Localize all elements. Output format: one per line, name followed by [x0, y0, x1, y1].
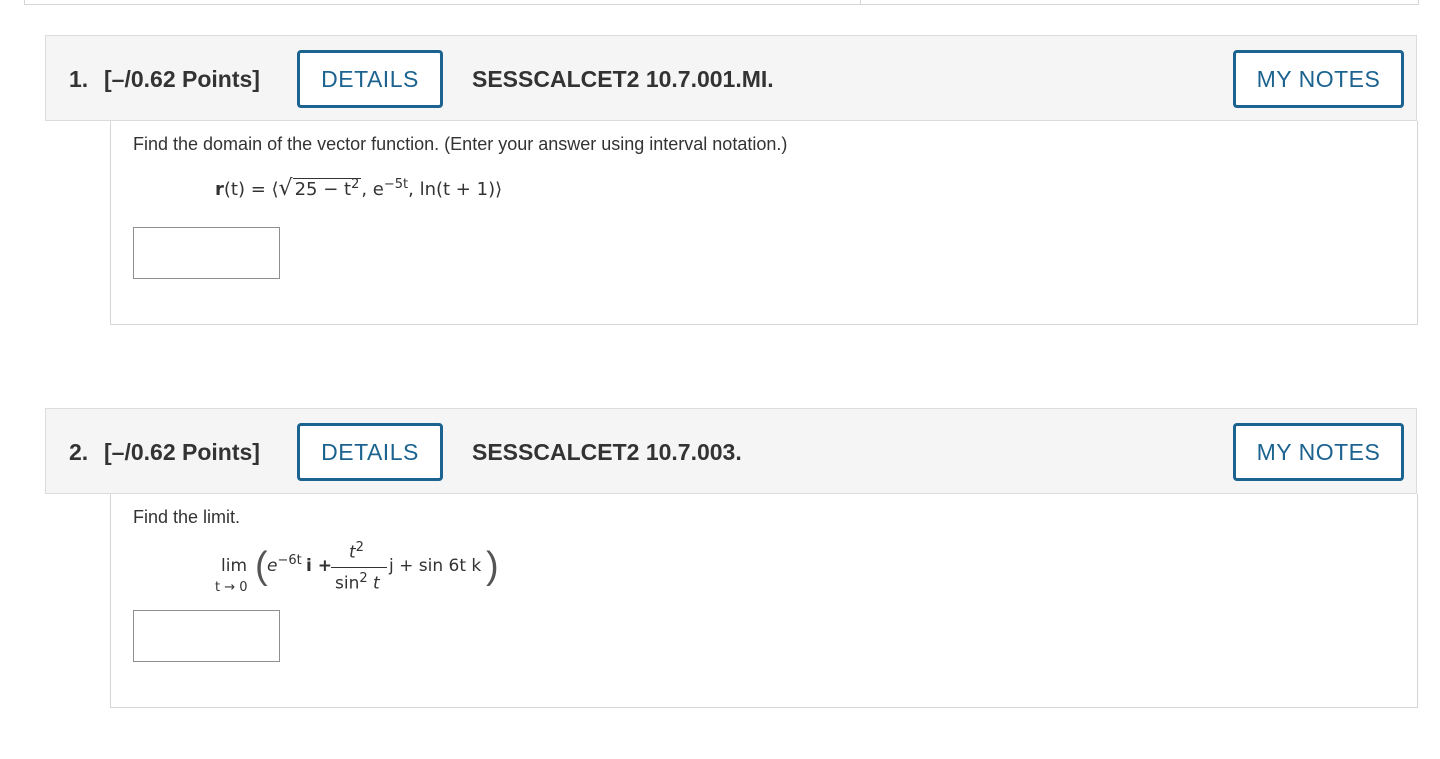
question-1-body: Find the domain of the vector function. …: [110, 121, 1418, 325]
sqrt-icon: √: [278, 176, 293, 201]
math-radicand: 25 − t: [294, 179, 352, 200]
question-points: [–/0.62 Points]: [104, 439, 260, 465]
question-2-header: 2. [–/0.62 Points] DETAILS SESSCALCET2 1…: [45, 408, 1417, 494]
question-points: [–/0.62 Points]: [104, 66, 260, 92]
math-r: r: [215, 179, 224, 200]
question-number: 2.: [69, 439, 89, 465]
lim-label: lim: [221, 556, 248, 576]
my-notes-button[interactable]: MY NOTES: [1233, 50, 1404, 108]
question-code: SESSCALCET2 10.7.001.MI.: [472, 66, 774, 92]
lim-subscript: t → 0: [215, 580, 248, 595]
question-prompt: Find the domain of the vector function. …: [133, 134, 788, 154]
math-e-exponent: −5t: [383, 177, 409, 192]
math-t-open: (t) = ⟨: [223, 179, 279, 200]
fraction-line: [331, 567, 387, 568]
left-paren-icon: (: [255, 545, 268, 587]
question-1-header: 1. [–/0.62 Points] DETAILS SESSCALCET2 1…: [45, 35, 1417, 121]
math-radicand-wrap: 25 − t2: [292, 177, 362, 200]
answer-input[interactable]: [133, 610, 280, 662]
answer-input[interactable]: [133, 227, 280, 279]
question-2-body: Find the limit. lim t → 0 ( e−6t i + t2 …: [110, 494, 1418, 708]
details-button[interactable]: DETAILS: [297, 50, 443, 108]
my-notes-button[interactable]: MY NOTES: [1233, 423, 1404, 481]
limit-expression: lim t → 0 ( e−6t i + t2 sin2 t j + sin 6…: [211, 540, 601, 600]
math-square: 2: [351, 177, 360, 192]
math-e-part: , e: [361, 179, 384, 200]
fraction-numerator: t2: [349, 540, 364, 563]
math-ln-part: , ln(t + 1)⟩: [408, 179, 503, 200]
previous-section-border: [24, 0, 1419, 5]
question-prompt: Find the limit.: [133, 507, 241, 527]
question-number: 1.: [69, 66, 89, 92]
fraction-denominator: sin2 t: [335, 571, 380, 594]
details-button[interactable]: DETAILS: [297, 423, 443, 481]
e-term: e−6t: [267, 553, 302, 576]
question-code: SESSCALCET2 10.7.003.: [472, 439, 742, 465]
vector-function-expression: r(t) = ⟨√ 25 − t2, e−5t, ln(t + 1)⟩: [215, 176, 502, 201]
right-paren-icon: ): [486, 545, 499, 587]
rest-term: j + sin 6t k: [389, 556, 482, 576]
i-term: i +: [306, 556, 332, 576]
